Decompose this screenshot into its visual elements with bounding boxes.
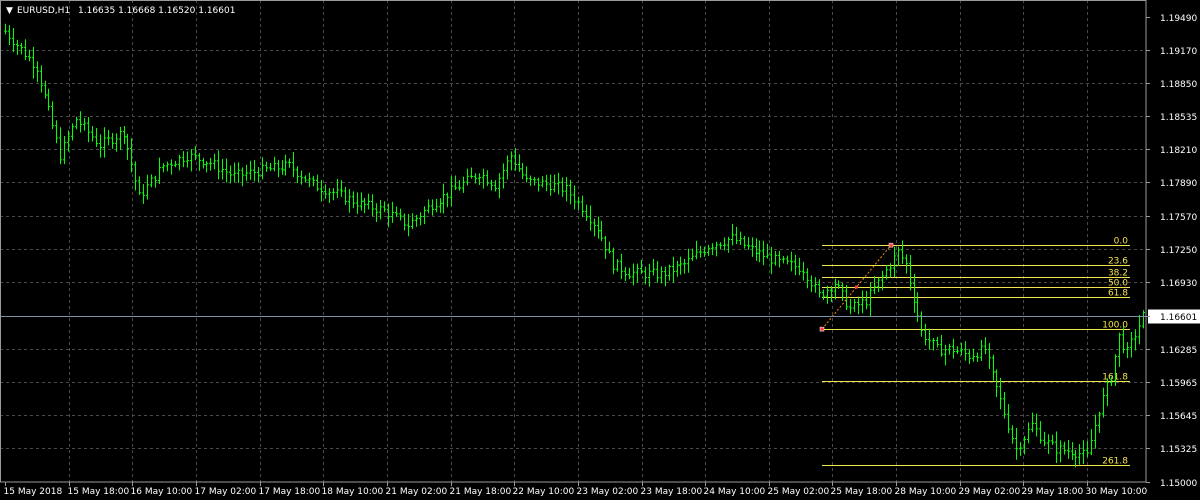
y-tick-label: 1.18850 bbox=[1160, 80, 1197, 90]
x-tick-label: 23 May 02:00 bbox=[577, 487, 639, 497]
fib-level-label: 50.0 bbox=[1108, 279, 1128, 289]
x-tick-label: 21 May 18:00 bbox=[450, 487, 512, 497]
y-tick-label: 1.19170 bbox=[1160, 47, 1197, 57]
y-tick-label: 1.17250 bbox=[1160, 246, 1197, 256]
x-tick-label: 18 May 10:00 bbox=[322, 487, 384, 497]
header-arrow-icon[interactable]: ▼ bbox=[6, 6, 13, 16]
y-tick-label: 1.15965 bbox=[1160, 379, 1197, 389]
y-tick-label: 1.18210 bbox=[1160, 146, 1197, 156]
chart-header: ▼ EURUSD,H1 1.16635 1.16668 1.16520 1.16… bbox=[6, 6, 235, 16]
x-tick-label: 25 May 18:00 bbox=[831, 487, 893, 497]
y-tick-label: 1.16930 bbox=[1160, 279, 1197, 289]
x-tick-label: 23 May 18:00 bbox=[641, 487, 703, 497]
y-tick-label: 1.15645 bbox=[1160, 412, 1197, 422]
x-tick-label: 16 May 10:00 bbox=[131, 487, 193, 497]
x-tick-label: 29 May 18:00 bbox=[1022, 487, 1084, 497]
fib-anchor-high[interactable] bbox=[888, 242, 894, 248]
y-tick-label: 1.15000 bbox=[1160, 479, 1197, 489]
x-tick-label: 30 May 10:00 bbox=[1086, 487, 1148, 497]
x-tick-label: 17 May 02:00 bbox=[195, 487, 257, 497]
price-chart[interactable]: 0.023.638.250.061.8100.0161.8261.8 1.166… bbox=[0, 0, 1200, 500]
fib-level-label: 100.0 bbox=[1102, 321, 1128, 331]
chart-window[interactable]: 0.023.638.250.061.8100.0161.8261.8 1.166… bbox=[0, 0, 1200, 500]
x-tick-label: 15 May 2018 bbox=[4, 487, 63, 497]
x-tick-label: 17 May 18:00 bbox=[259, 487, 321, 497]
ohlc-values: 1.16635 1.16668 1.16520 1.16601 bbox=[78, 6, 235, 16]
x-tick-label: 24 May 10:00 bbox=[704, 487, 766, 497]
symbol-label: EURUSD,H1 bbox=[17, 6, 70, 16]
current-price-tag-label: 1.16601 bbox=[1160, 313, 1197, 323]
fib-level-label: 61.8 bbox=[1108, 289, 1128, 299]
x-tick-label: 22 May 10:00 bbox=[513, 487, 575, 497]
y-tick-label: 1.17570 bbox=[1160, 213, 1197, 223]
y-tick-label: 1.17890 bbox=[1160, 179, 1197, 189]
x-tick-label: 15 May 18:00 bbox=[68, 487, 130, 497]
fib-level-label: 261.8 bbox=[1102, 457, 1128, 467]
fib-level-label: 38.2 bbox=[1108, 269, 1128, 279]
x-tick-label: 21 May 02:00 bbox=[386, 487, 448, 497]
x-tick-label: 28 May 10:00 bbox=[895, 487, 957, 497]
fib-level-label: 0.0 bbox=[1114, 237, 1129, 247]
fib-anchor-low[interactable] bbox=[819, 326, 825, 332]
fib-anchor-mid[interactable] bbox=[855, 285, 858, 289]
y-tick-label: 1.16285 bbox=[1160, 346, 1197, 356]
y-tick-label: 1.18535 bbox=[1160, 113, 1197, 123]
y-tick-label: 1.19490 bbox=[1160, 14, 1197, 24]
y-tick-label: 1.15325 bbox=[1160, 445, 1197, 455]
x-tick-label: 25 May 02:00 bbox=[768, 487, 830, 497]
fib-level-label: 23.6 bbox=[1108, 257, 1128, 267]
x-tick-label: 29 May 02:00 bbox=[959, 487, 1021, 497]
